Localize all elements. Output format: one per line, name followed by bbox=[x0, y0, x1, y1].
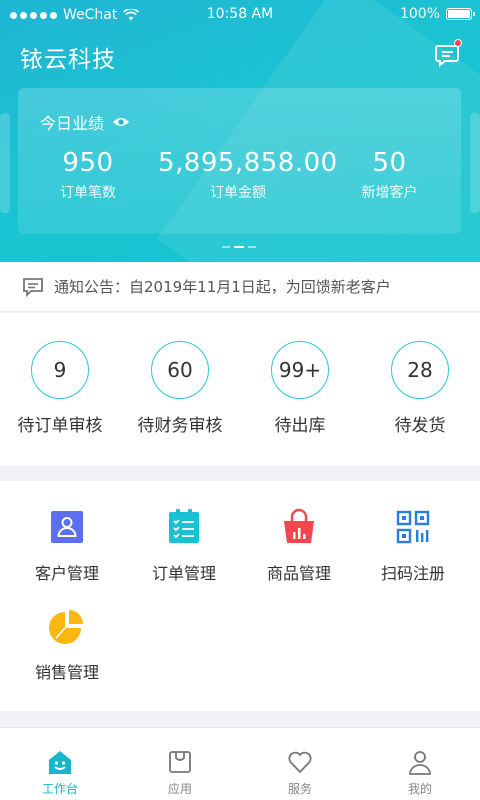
pending-label: 待财务审核 bbox=[137, 416, 223, 436]
grid-item-customer[interactable]: 客户管理 bbox=[7, 508, 127, 584]
pie-chart-icon bbox=[49, 610, 83, 644]
order-icon bbox=[169, 509, 199, 543]
pending-count: 60 bbox=[151, 341, 209, 399]
tab-apps[interactable]: 应用 bbox=[120, 728, 240, 800]
pending-count: 99+ bbox=[271, 341, 329, 399]
header-banner: WeChat 10:58 AM 100% 铱云科技 今日业绩 950 订单笔数 … bbox=[0, 0, 480, 262]
tab-label: 我的 bbox=[407, 782, 432, 796]
pending-label: 待出库 bbox=[274, 416, 326, 436]
next-card-edge bbox=[470, 113, 480, 213]
performance-title: 今日业绩 bbox=[40, 114, 105, 133]
performance-card[interactable]: 今日业绩 950 订单笔数 5,895,858.00 订单金额 50 新增客户 bbox=[18, 88, 461, 234]
stat-value: 5,895,858.00 bbox=[158, 148, 338, 178]
tab-label: 服务 bbox=[287, 782, 312, 796]
stat-new-customers: 50 新增客户 bbox=[318, 148, 461, 202]
pending-label: 待订单审核 bbox=[17, 416, 103, 436]
stat-value: 950 bbox=[62, 148, 114, 178]
company-name: 铱云科技 bbox=[20, 47, 116, 73]
grid-item-scan-register[interactable]: 扫码注册 bbox=[353, 508, 473, 584]
tab-label: 应用 bbox=[167, 782, 192, 796]
notice-text: 通知公告：自2019年11月1日起，为回馈新老客户 bbox=[54, 278, 391, 296]
grid-item-sales[interactable]: 销售管理 bbox=[7, 607, 127, 683]
grid-item-product[interactable]: 商品管理 bbox=[239, 508, 359, 584]
message-badge bbox=[454, 39, 462, 47]
grid-label: 订单管理 bbox=[151, 564, 216, 583]
stat-value: 50 bbox=[372, 148, 407, 178]
stat-amount: 5,895,858.00 订单金额 bbox=[158, 148, 338, 202]
heart-icon bbox=[288, 751, 312, 774]
stat-label: 订单笔数 bbox=[60, 185, 116, 201]
pending-label: 待发货 bbox=[394, 416, 446, 436]
carousel-indicator bbox=[222, 246, 256, 248]
pending-order-review[interactable]: 9 待订单审核 bbox=[0, 313, 120, 466]
status-bar: WeChat 10:58 AM 100% bbox=[0, 0, 480, 30]
tab-bar: 工作台 应用 服务 我的 bbox=[0, 727, 480, 800]
workbench-icon bbox=[49, 751, 71, 774]
pending-tasks: 9 待订单审核 60 待财务审核 99+ 待出库 28 待发货 bbox=[0, 313, 480, 466]
eye-icon[interactable] bbox=[112, 116, 130, 128]
grid-label: 客户管理 bbox=[34, 564, 99, 583]
pending-count: 9 bbox=[31, 341, 89, 399]
battery-percent: 100% bbox=[399, 6, 440, 22]
pending-finance-review[interactable]: 60 待财务审核 bbox=[120, 313, 240, 466]
app-box-icon bbox=[169, 751, 191, 773]
grid-item-order[interactable]: 订单管理 bbox=[124, 508, 244, 584]
notice-bar[interactable]: 通知公告：自2019年11月1日起，为回馈新老客户 bbox=[0, 262, 480, 312]
grid-label: 扫码注册 bbox=[380, 564, 445, 583]
prev-card-edge bbox=[0, 113, 10, 213]
tab-service[interactable]: 服务 bbox=[240, 728, 360, 800]
stat-label: 订单金额 bbox=[210, 185, 266, 201]
battery-icon bbox=[446, 8, 475, 20]
qr-code-icon bbox=[396, 510, 430, 544]
pending-count: 28 bbox=[391, 341, 449, 399]
function-grid: 客户管理 订单管理 商品管理 扫码注册 销售管理 bbox=[0, 481, 480, 711]
product-bag-icon bbox=[284, 508, 314, 543]
grid-label: 商品管理 bbox=[266, 564, 331, 583]
stat-orders: 950 订单笔数 bbox=[18, 148, 158, 202]
stat-label: 新增客户 bbox=[361, 185, 418, 201]
tab-mine[interactable]: 我的 bbox=[360, 728, 480, 800]
user-icon bbox=[409, 751, 431, 775]
tab-label: 工作台 bbox=[41, 782, 78, 796]
customer-icon bbox=[51, 511, 83, 543]
pending-outbound[interactable]: 99+ 待出库 bbox=[240, 313, 360, 466]
grid-label: 销售管理 bbox=[34, 663, 99, 682]
notice-icon bbox=[23, 277, 43, 297]
pending-shipment[interactable]: 28 待发货 bbox=[360, 313, 480, 466]
tab-workbench[interactable]: 工作台 bbox=[0, 728, 120, 800]
